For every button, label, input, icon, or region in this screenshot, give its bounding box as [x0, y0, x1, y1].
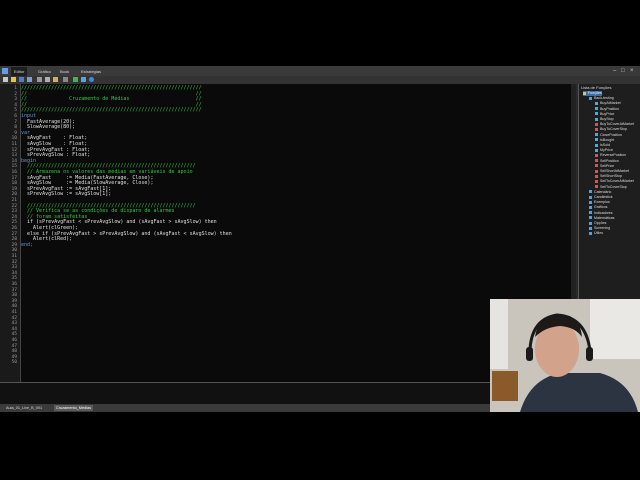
paste-icon[interactable]	[53, 77, 58, 82]
function-icon	[595, 122, 598, 126]
code-line[interactable]: sPrevAvgSlow := sAvgSlow[1];	[21, 192, 111, 198]
function-icon	[589, 200, 592, 204]
tree-item-label: Gráficos	[594, 205, 608, 210]
tree-item-label: Candlestick	[594, 195, 613, 199]
line-number: 50	[11, 360, 17, 366]
code-line[interactable]: ////////////////////////////////////////…	[21, 108, 202, 114]
tree-item-label: SellPrice	[600, 163, 615, 168]
tree-item-label: BuyToCoverAtMarket	[600, 122, 634, 127]
function-icon	[595, 127, 598, 131]
close-icon[interactable]: ×	[630, 67, 634, 75]
presenter-image	[490, 299, 640, 412]
tree-item-label: Indicadores	[594, 210, 613, 215]
doc-tab[interactable]: Aula_01_Live_B_001	[4, 405, 44, 411]
tree-item[interactable]: Útiles	[589, 231, 603, 236]
function-icon	[595, 169, 598, 173]
save-icon[interactable]	[19, 77, 24, 82]
tree-item-label: Funções	[588, 91, 602, 95]
function-icon	[589, 205, 592, 209]
tree-item-label: Opções	[594, 221, 607, 225]
tree-item-label: SellShortAtMarket	[600, 169, 629, 173]
tree-item-label: SellToCoverAtMarket	[600, 179, 634, 184]
tree-item-label: SellShortStop	[600, 174, 622, 179]
function-icon	[589, 216, 592, 220]
tab-grafico[interactable]: Gráfico	[35, 67, 54, 76]
function-icon	[595, 185, 598, 189]
minimize-icon[interactable]: –	[613, 67, 616, 75]
function-icon	[595, 148, 598, 152]
tree-item-label: SellToCoverStop	[600, 184, 627, 189]
cut-icon[interactable]	[37, 77, 42, 82]
function-icon	[589, 96, 592, 100]
tab-editor[interactable]: Editor	[11, 67, 28, 76]
function-icon	[595, 164, 598, 168]
compile-icon[interactable]	[73, 77, 78, 82]
open-folder-icon[interactable]	[11, 77, 16, 82]
doc-tab-active[interactable]: Cruzamento_Medias	[54, 405, 94, 411]
tab-bar: Editor Gráfico Book Estratégias – □ ×	[0, 66, 640, 76]
tree-item-label: BuyToCoverStop	[600, 127, 627, 132]
function-icon	[589, 231, 592, 235]
tree-item-label: Útiles	[594, 231, 603, 236]
function-icon	[595, 138, 598, 142]
app-icon	[2, 68, 8, 74]
tree-item-label: IsSold	[600, 143, 610, 147]
function-icon	[589, 195, 592, 199]
tree-item-label: IsBought	[600, 137, 615, 142]
tree-item-label: BuyStop	[600, 117, 614, 121]
tree-item-label: Back-testing	[594, 96, 614, 101]
tab-estrategias[interactable]: Estratégias	[78, 67, 104, 76]
function-icon	[583, 91, 586, 95]
function-icon	[595, 101, 598, 105]
code-line[interactable]: end;	[21, 242, 33, 249]
function-icon	[589, 190, 592, 194]
webcam-overlay	[490, 299, 640, 412]
tree-item-label: BuyPrice	[600, 111, 615, 116]
function-icon	[595, 159, 598, 163]
tree-item-label: SellPosition	[600, 158, 619, 163]
line-number-gutter: 1 2 3 4 5 6 7 8 9 10 11 12 13 14 15 16 1…	[0, 84, 21, 382]
tree-item-label: Screening	[594, 226, 611, 231]
tree-item-label: BuyAtMarket	[600, 101, 621, 106]
tree-item-label: BuyPosition	[600, 106, 619, 111]
function-icon	[595, 107, 598, 111]
panel-title: Lista de Funções	[581, 85, 612, 90]
function-icon	[595, 133, 598, 137]
run-icon[interactable]	[81, 77, 86, 82]
tree-item-label: Exemplos	[594, 200, 610, 205]
tree-item-label: Matemáticas	[594, 215, 615, 220]
function-icon	[589, 226, 592, 230]
function-icon	[595, 117, 598, 121]
save-all-icon[interactable]	[27, 77, 32, 82]
maximize-icon[interactable]: □	[621, 67, 625, 75]
new-file-icon[interactable]	[3, 77, 8, 82]
tab-book[interactable]: Book	[57, 67, 72, 76]
function-icon	[595, 179, 598, 183]
tree-item-label: ReversePosition	[600, 153, 627, 158]
function-icon	[589, 221, 592, 225]
function-icon	[595, 143, 598, 147]
function-icon	[595, 112, 598, 116]
function-icon	[589, 211, 592, 215]
help-icon[interactable]	[89, 77, 94, 82]
copy-icon[interactable]	[45, 77, 50, 82]
tree-item-label: MyPrice	[600, 148, 613, 153]
find-icon[interactable]	[63, 77, 68, 82]
toolbar	[0, 76, 640, 84]
tree-item-label: ClosePosition	[600, 132, 622, 137]
tree-item-label: Calendário	[594, 189, 612, 194]
function-icon	[595, 174, 598, 178]
function-icon	[595, 153, 598, 157]
